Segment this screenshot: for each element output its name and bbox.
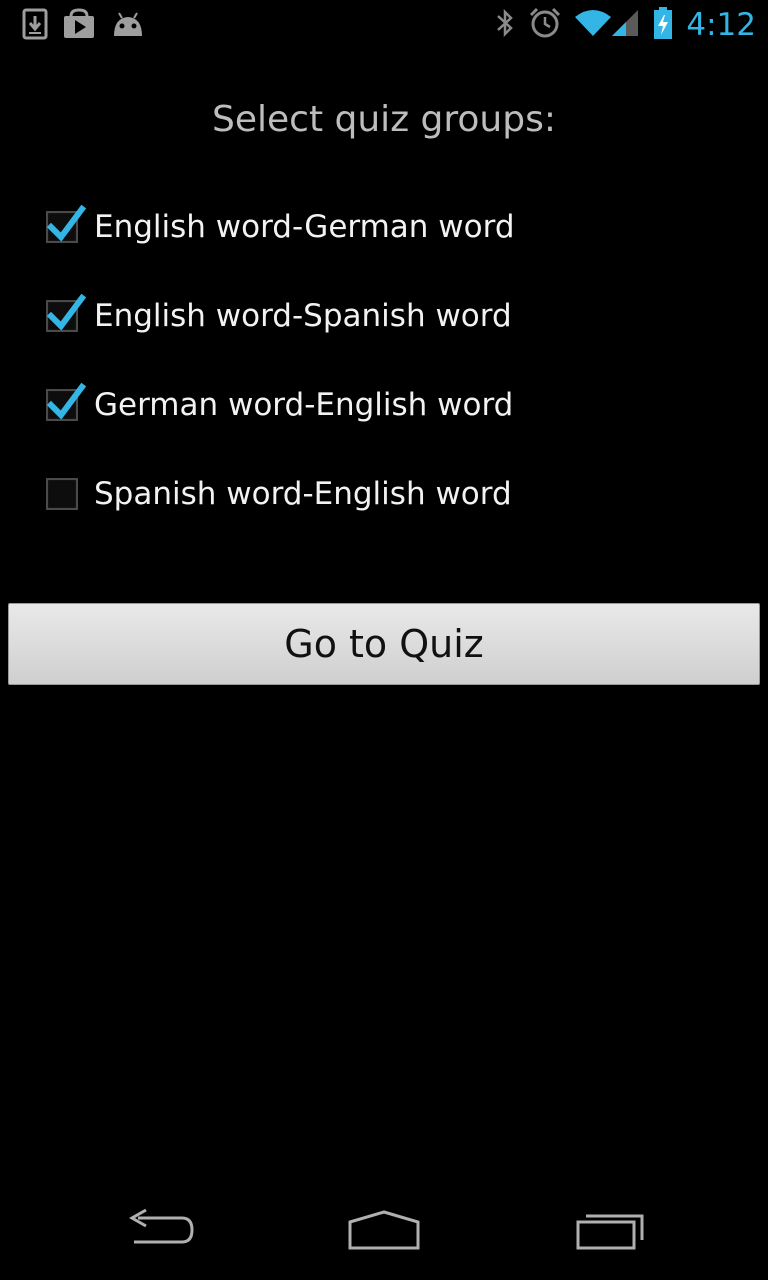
home-icon[interactable]	[346, 1208, 422, 1256]
option-label: English word-German word	[94, 208, 515, 245]
back-icon[interactable]	[124, 1208, 196, 1252]
quiz-group-option-german-english[interactable]: German word-English word	[46, 360, 726, 449]
signal-icon	[610, 8, 640, 42]
checkmark-icon	[46, 293, 86, 331]
option-label: Spanish word-English word	[94, 475, 512, 512]
status-bar: 4:12	[0, 0, 768, 50]
quiz-group-option-english-spanish[interactable]: English word-Spanish word	[46, 271, 726, 360]
alarm-icon	[528, 6, 562, 44]
battery-charging-icon	[652, 6, 674, 44]
checkbox-checked[interactable]	[46, 382, 86, 421]
checkmark-icon	[46, 204, 86, 242]
navigation-bar	[0, 1190, 768, 1280]
option-label: German word-English word	[94, 386, 514, 423]
checkbox-checked[interactable]	[46, 293, 86, 332]
play-store-icon	[62, 8, 96, 44]
page-title: Select quiz groups:	[212, 99, 556, 140]
wifi-icon	[574, 8, 612, 42]
quiz-group-option-english-german[interactable]: English word-German word	[46, 182, 726, 271]
option-label: English word-Spanish word	[94, 297, 512, 334]
recent-apps-icon[interactable]	[574, 1208, 646, 1256]
checkbox-checked[interactable]	[46, 204, 86, 243]
quiz-group-list: English word-German word English word-Sp…	[46, 182, 726, 538]
checkbox-unchecked[interactable]	[46, 477, 78, 510]
checkmark-icon	[46, 382, 86, 420]
bluetooth-icon	[494, 7, 516, 43]
android-icon	[110, 10, 146, 42]
download-icon	[22, 8, 48, 44]
app-screen: 4:12 Select quiz groups: English word-Ge…	[0, 0, 768, 1280]
status-clock: 4:12	[686, 7, 756, 43]
quiz-group-option-spanish-english[interactable]: Spanish word-English word	[46, 449, 726, 538]
go-to-quiz-button[interactable]: Go to Quiz	[8, 603, 760, 685]
